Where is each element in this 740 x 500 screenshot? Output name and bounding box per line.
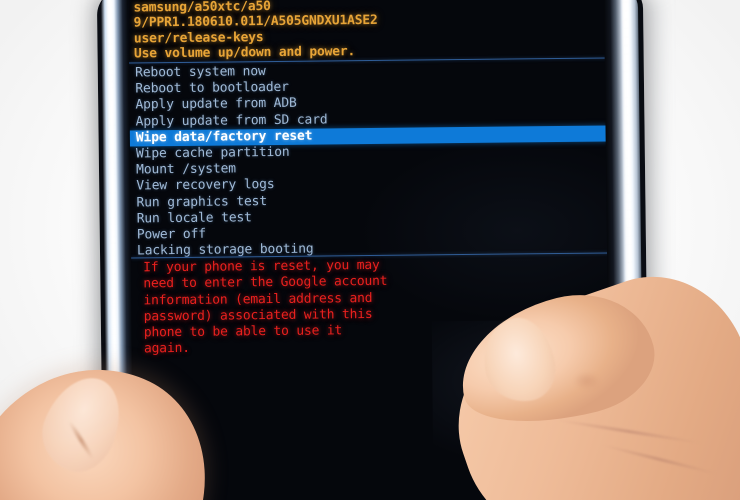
screenshot-root: Android Recovery samsung/a50xtc/a50 9/PP… bbox=[0, 0, 740, 500]
warning-line-5: again. bbox=[143, 341, 190, 357]
recovery-screen: Android Recovery samsung/a50xtc/a50 9/PP… bbox=[128, 0, 612, 500]
power-button[interactable] bbox=[609, 319, 627, 361]
recovery-header: Android Recovery samsung/a50xtc/a50 9/PP… bbox=[133, 0, 604, 62]
screen-reflection-streak bbox=[488, 394, 612, 402]
factory-reset-warning: If your phone is reset, you may need to … bbox=[143, 257, 474, 358]
recovery-menu: Reboot system now Reboot to bootloader A… bbox=[129, 61, 609, 260]
